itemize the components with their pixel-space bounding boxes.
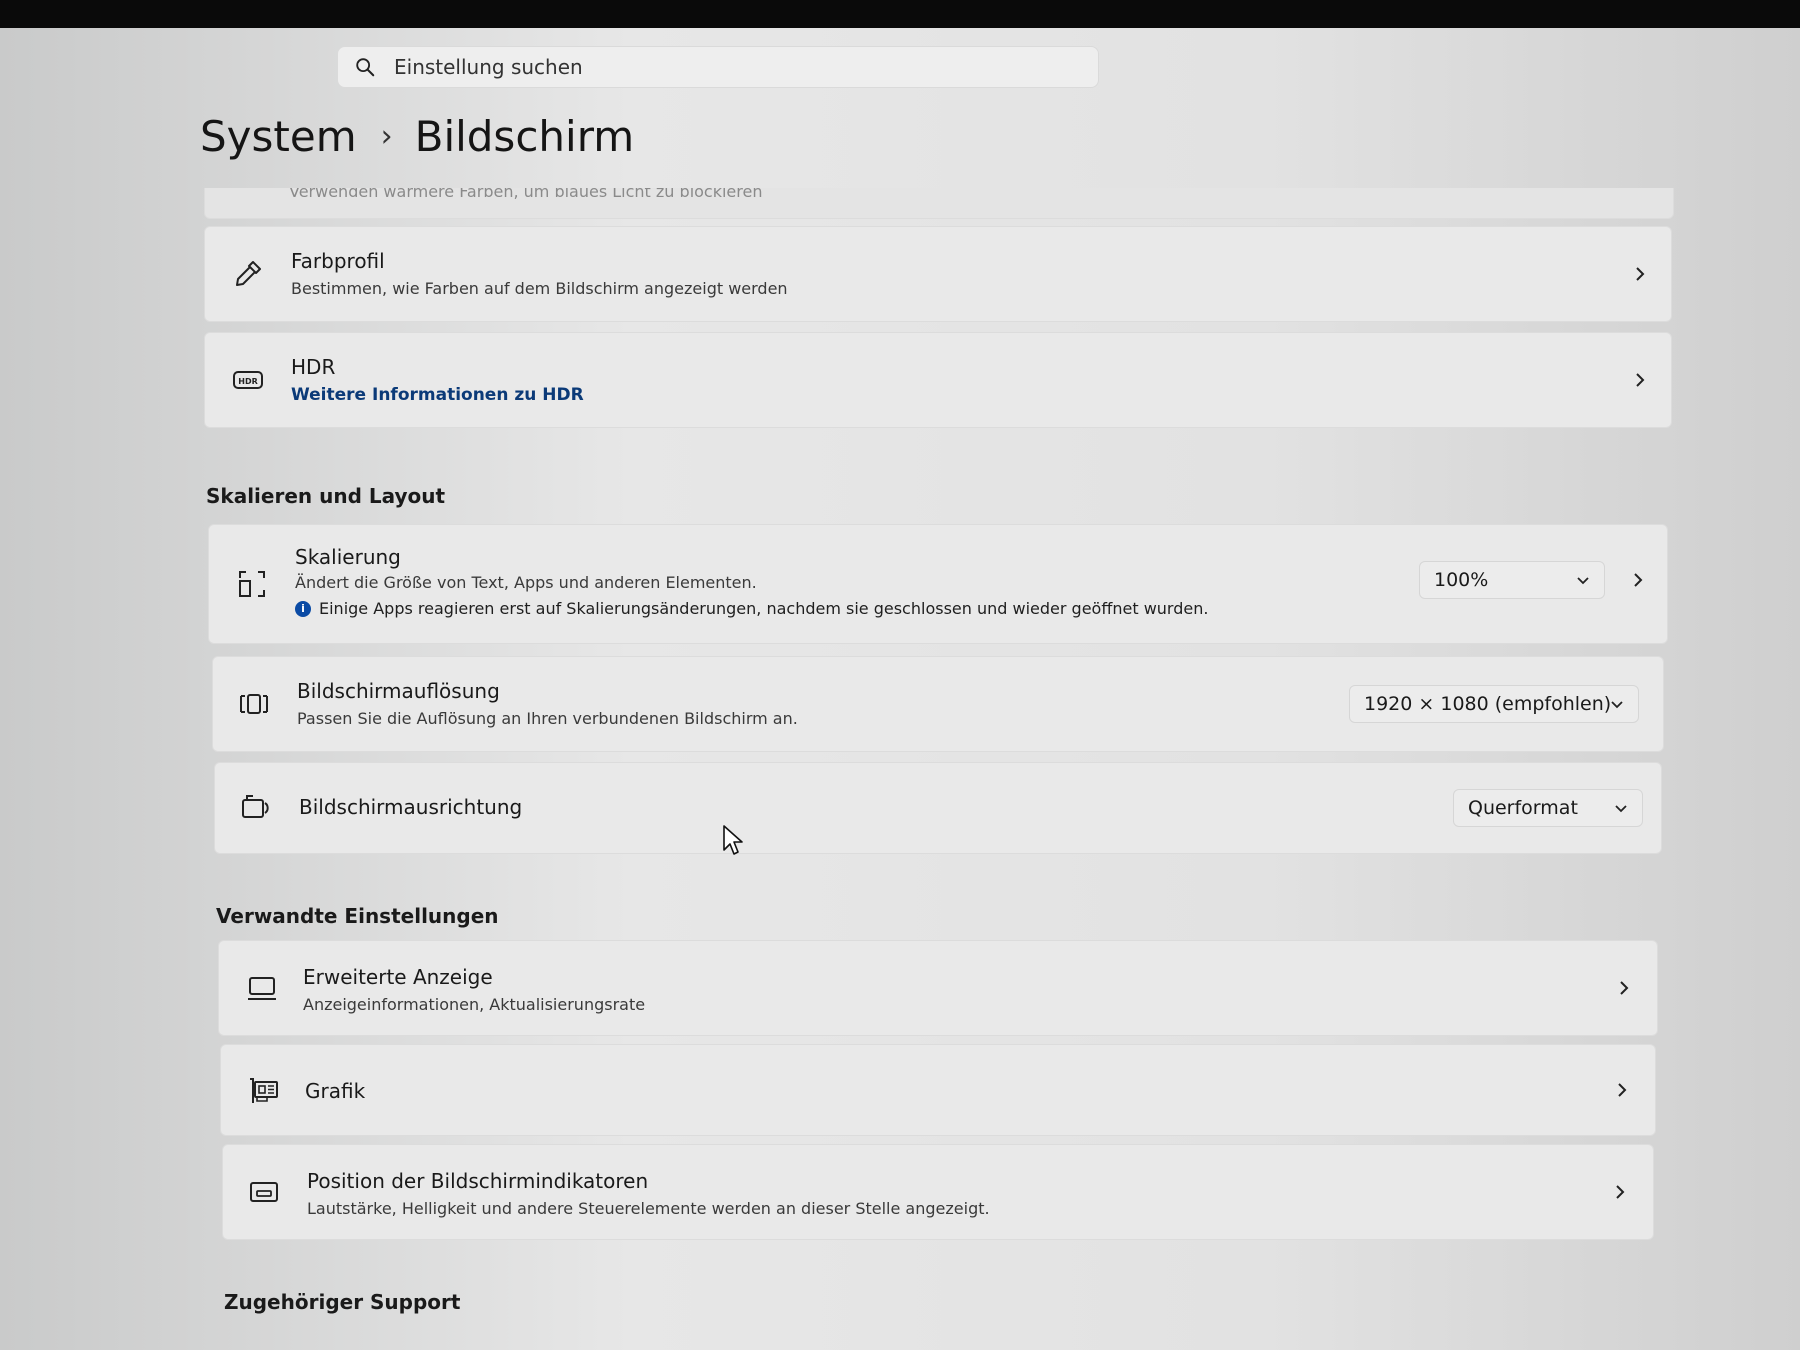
- orientation-card[interactable]: Bildschirmausrichtung Querformat: [214, 762, 1662, 854]
- scaling-dropdown[interactable]: 100%: [1419, 561, 1605, 599]
- eyedropper-icon: [236, 261, 261, 286]
- window-top-bar: [0, 0, 1800, 28]
- scaling-title: Skalierung: [295, 545, 401, 569]
- graphics-card[interactable]: Grafik: [220, 1044, 1656, 1136]
- scaling-icon: [239, 571, 265, 597]
- scaling-card[interactable]: Skalierung Ändert die Größe von Text, Ap…: [208, 524, 1668, 644]
- page-title: Bildschirm: [414, 112, 635, 161]
- resolution-icon: [240, 694, 268, 714]
- orientation-dropdown[interactable]: Querformat: [1453, 789, 1643, 827]
- advanced-display-description: Anzeigeinformationen, Aktualisierungsrat…: [303, 995, 646, 1014]
- resolution-description: Passen Sie die Auflösung an Ihren verbun…: [297, 709, 798, 728]
- chevron-right-icon: [1634, 573, 1643, 587]
- chevron-right-icon: [1616, 1185, 1625, 1199]
- search-input[interactable]: [392, 54, 996, 80]
- indicator-position-card[interactable]: Position der Bildschirmindikatoren Lauts…: [222, 1144, 1654, 1240]
- info-icon: i: [295, 600, 311, 617]
- orientation-icon: [242, 795, 269, 818]
- section-heading-support: Zugehöriger Support: [224, 1290, 461, 1314]
- scaling-description: Ändert die Größe von Text, Apps und ande…: [295, 573, 757, 592]
- color-profile-description: Bestimmen, wie Farben auf dem Bildschirm…: [291, 279, 788, 298]
- chevron-down-icon: [1615, 805, 1627, 813]
- scaling-value: 100%: [1434, 569, 1489, 591]
- breadcrumb: System › Bildschirm: [200, 112, 634, 161]
- mouse-cursor-icon: [723, 825, 743, 855]
- resolution-card[interactable]: Bildschirmauflösung Passen Sie die Auflö…: [212, 656, 1664, 752]
- search-icon: [356, 58, 375, 77]
- search-box[interactable]: [337, 46, 1099, 88]
- graphics-title: Grafik: [305, 1079, 366, 1103]
- clipped-card-text: Verwenden wärmere Farben, um blaues Lich…: [289, 188, 763, 201]
- indicator-position-title: Position der Bildschirmindikatoren: [307, 1169, 649, 1193]
- breadcrumb-separator: ›: [380, 119, 393, 154]
- orientation-value: Querformat: [1468, 797, 1578, 819]
- hdr-card[interactable]: HDR HDR Weitere Informationen zu HDR: [204, 332, 1672, 428]
- color-profile-title: Farbprofil: [291, 249, 385, 273]
- chevron-right-icon: [1636, 267, 1645, 281]
- svg-text:HDR: HDR: [238, 377, 258, 386]
- chevron-right-icon: [1636, 373, 1645, 387]
- scaling-note-text: Einige Apps reagieren erst auf Skalierun…: [319, 599, 1209, 618]
- breadcrumb-system[interactable]: System: [200, 112, 357, 161]
- settings-window: System › Bildschirm Verwenden wärmere Fa…: [0, 28, 1800, 1350]
- monitor-icon: [248, 977, 276, 1000]
- graphics-card-icon: [250, 1078, 278, 1103]
- resolution-dropdown[interactable]: 1920 × 1080 (empfohlen): [1349, 685, 1639, 723]
- chevron-down-icon: [1611, 701, 1623, 709]
- chevron-right-icon: [1618, 1083, 1627, 1097]
- advanced-display-title: Erweiterte Anzeige: [303, 965, 493, 989]
- color-profile-card[interactable]: Farbprofil Bestimmen, wie Farben auf dem…: [204, 226, 1672, 322]
- indicator-position-description: Lautstärke, Helligkeit und andere Steuer…: [307, 1199, 990, 1218]
- hdr-icon: HDR: [233, 371, 263, 389]
- indicator-position-icon: [250, 1182, 278, 1202]
- clipped-card: Verwenden wärmere Farben, um blaues Lich…: [204, 188, 1674, 219]
- section-heading-related: Verwandte Einstellungen: [216, 904, 499, 928]
- scaling-info-note: i Einige Apps reagieren erst auf Skalier…: [295, 599, 1208, 618]
- section-heading-scale-layout: Skalieren und Layout: [206, 484, 446, 508]
- chevron-right-icon: [1620, 981, 1629, 995]
- resolution-title: Bildschirmauflösung: [297, 679, 500, 703]
- resolution-value: 1920 × 1080 (empfohlen): [1364, 693, 1612, 715]
- orientation-title: Bildschirmausrichtung: [299, 795, 523, 819]
- hdr-info-link[interactable]: Weitere Informationen zu HDR: [291, 385, 584, 405]
- advanced-display-card[interactable]: Erweiterte Anzeige Anzeigeinformationen,…: [218, 940, 1658, 1036]
- chevron-down-icon: [1577, 577, 1589, 585]
- hdr-title: HDR: [291, 355, 336, 379]
